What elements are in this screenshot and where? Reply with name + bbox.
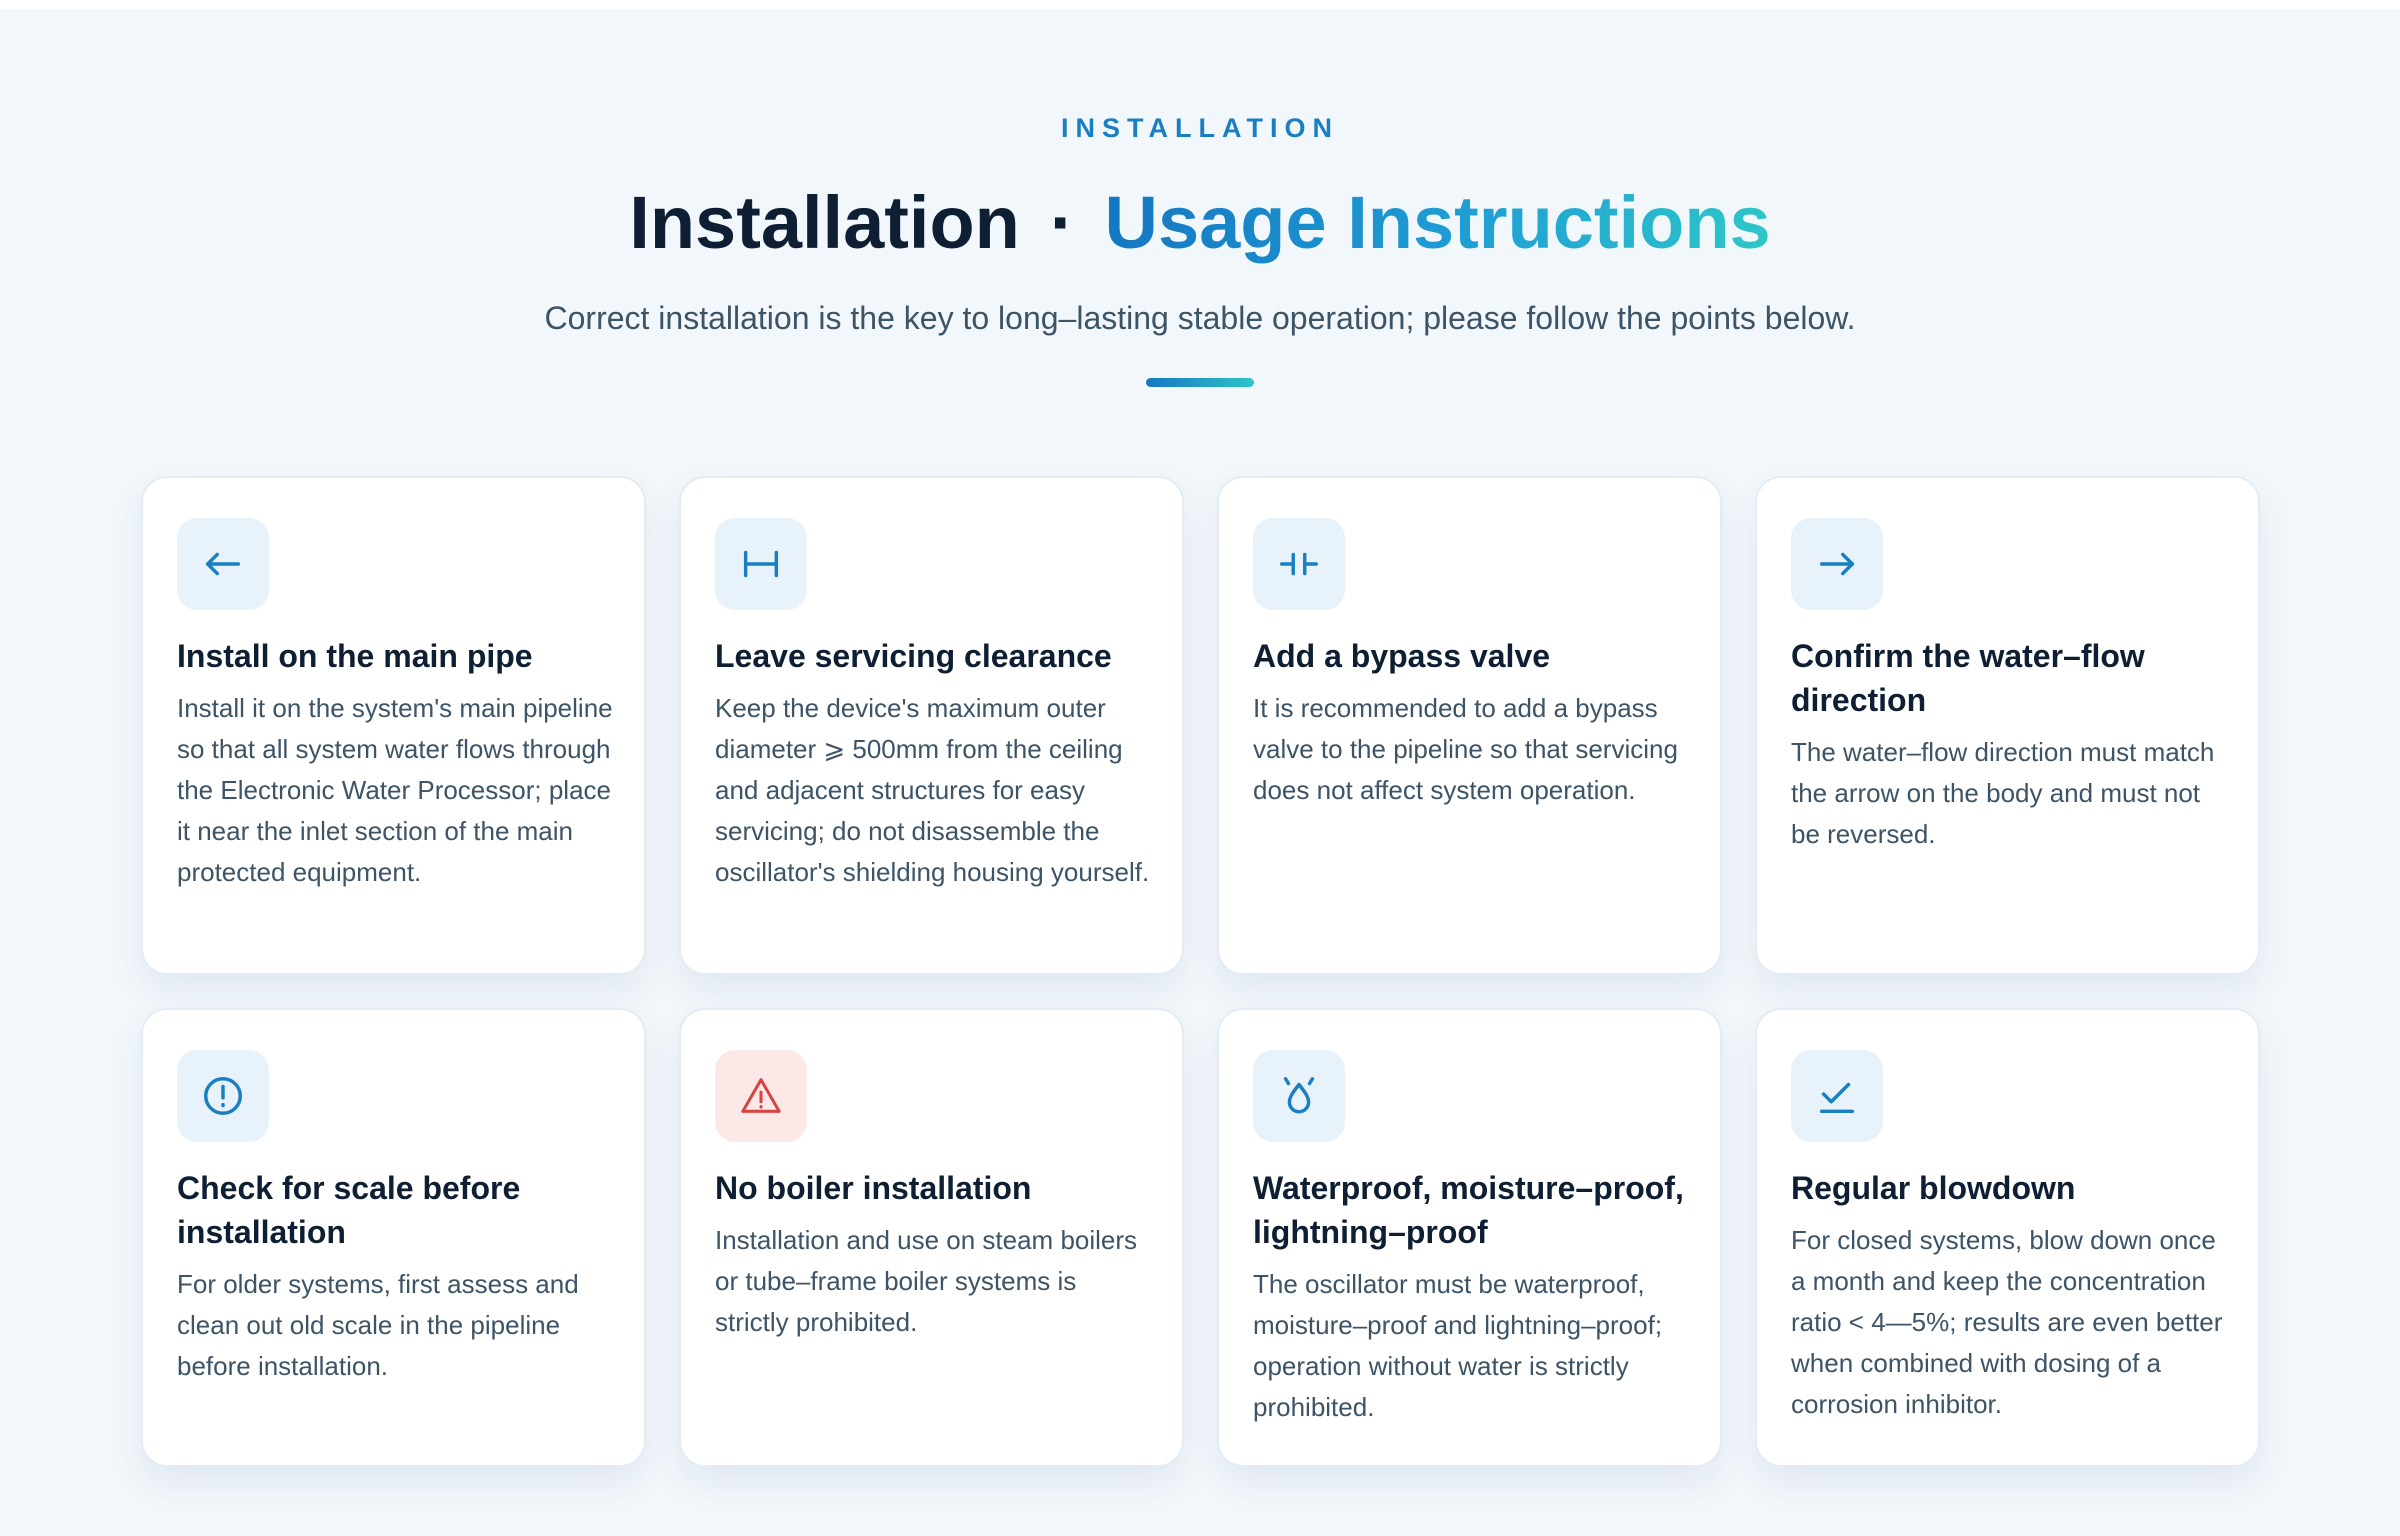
card-bypass-valve: Add a bypass valve It is recommended to … bbox=[1217, 476, 1722, 975]
bypass-valve-icon bbox=[1253, 518, 1345, 610]
title-part-1: Installation bbox=[629, 181, 1020, 264]
card-title: Waterproof, moisture–proof, lightning–pr… bbox=[1253, 1170, 1684, 1250]
title-part-2: Usage Instructions bbox=[1104, 181, 1771, 264]
card-text: It is recommended to add a bypass valve … bbox=[1253, 693, 1678, 805]
section-subtitle: Correct installation is the key to long–… bbox=[544, 300, 1856, 336]
card-title: Confirm the water–flow direction bbox=[1791, 638, 2145, 718]
card-install-main-pipe: Install on the main pipe Install it on t… bbox=[141, 476, 646, 975]
card-check-scale: Check for scale before installation For … bbox=[141, 1008, 646, 1467]
title-divider bbox=[1146, 378, 1254, 387]
arrow-left-icon bbox=[177, 518, 269, 610]
card-title: Add a bypass valve bbox=[1253, 638, 1551, 674]
alert-circle-icon bbox=[177, 1050, 269, 1142]
card-regular-blowdown: Regular blowdown For closed systems, blo… bbox=[1755, 1008, 2260, 1467]
arrow-right-icon bbox=[1791, 518, 1883, 610]
card-title: Leave servicing clearance bbox=[715, 638, 1112, 674]
card-text: The oscillator must be waterproof, moist… bbox=[1253, 1269, 1663, 1422]
card-text: Install it on the system's main pipeline… bbox=[177, 693, 613, 887]
water-drop-icon bbox=[1253, 1050, 1345, 1142]
card-water-flow-direction: Confirm the water–flow direction The wat… bbox=[1755, 476, 2260, 975]
section-eyebrow: INSTALLATION bbox=[1061, 113, 1339, 143]
card-title: Check for scale before installation bbox=[177, 1170, 521, 1250]
card-text: Keep the device's maximum outer diameter… bbox=[715, 693, 1150, 887]
card-no-boiler: No boiler installation Installation and … bbox=[679, 1008, 1184, 1467]
card-waterproof: Waterproof, moisture–proof, lightning–pr… bbox=[1217, 1008, 1722, 1467]
card-text: The water–flow direction must match the … bbox=[1791, 737, 2215, 849]
card-title: Install on the main pipe bbox=[177, 638, 533, 674]
card-title: No boiler installation bbox=[715, 1170, 1032, 1206]
card-servicing-clearance: Leave servicing clearance Keep the devic… bbox=[679, 476, 1184, 975]
card-text: Installation and use on steam boilers or… bbox=[715, 1225, 1138, 1337]
checkmark-icon bbox=[1791, 1050, 1883, 1142]
card-text: For older systems, first assess and clea… bbox=[177, 1269, 579, 1381]
clearance-icon bbox=[715, 518, 807, 610]
card-text: For closed systems, blow down once a mon… bbox=[1791, 1225, 2223, 1419]
card-title: Regular blowdown bbox=[1791, 1170, 2076, 1206]
warning-triangle-icon bbox=[715, 1050, 807, 1142]
title-separator: · bbox=[1049, 181, 1075, 264]
page-title: Installation · Usage Instructions bbox=[0, 168, 2400, 278]
